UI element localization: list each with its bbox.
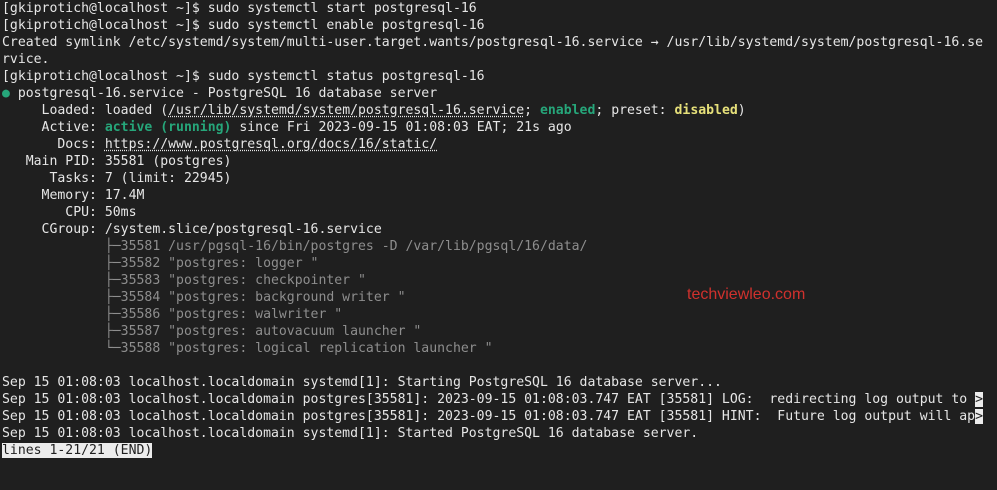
terminal-text: Tasks: 7 (limit: 22945)	[2, 171, 232, 186]
terminal-line: ├─35583 "postgres: checkpointer "	[2, 272, 983, 289]
terminal-text: Active:	[2, 120, 105, 135]
terminal-output[interactable]: [gkiprotich@localhost ~]$ sudo systemctl…	[2, 0, 984, 459]
terminal-line: ├─35586 "postgres: walwriter "	[2, 306, 983, 323]
terminal-text: Sep 15 01:08:03 localhost.localdomain po…	[2, 392, 976, 407]
terminal-line: ● postgresql-16.service - PostgreSQL 16 …	[2, 85, 983, 102]
terminal-line: Sep 15 01:08:03 localhost.localdomain sy…	[2, 374, 983, 391]
terminal-line: CGroup: /system.slice/postgresql-16.serv…	[2, 221, 983, 238]
terminal-line: Sep 15 01:08:03 localhost.localdomain po…	[2, 408, 984, 425]
terminal-text: active (running)	[104, 120, 232, 135]
terminal-line: ├─35584 "postgres: background writer "	[2, 289, 983, 306]
status-dot-icon: ●	[2, 86, 10, 101]
terminal-text: Loaded: loaded (	[2, 103, 169, 118]
terminal-text: Sep 15 01:08:03 localhost.localdomain sy…	[2, 375, 722, 390]
terminal-text: https://www.postgresql.org/docs/16/stati…	[104, 137, 438, 152]
terminal-text: )	[737, 103, 746, 118]
terminal-line: ├─35582 "postgres: logger "	[2, 255, 983, 272]
terminal-line: Tasks: 7 (limit: 22945)	[2, 170, 983, 187]
terminal-text: ├─35586 "postgres: walwriter "	[2, 307, 343, 322]
terminal-line: Main PID: 35581 (postgres)	[2, 153, 983, 170]
terminal-text: ; preset:	[595, 103, 675, 118]
watermark: techviewleo.com	[687, 286, 806, 303]
terminal-line: Memory: 17.4M	[2, 187, 983, 204]
terminal-text: Memory: 17.4M	[2, 188, 145, 203]
terminal-text: ├─35582 "postgres: logger "	[2, 256, 319, 271]
terminal-line: [gkiprotich@localhost ~]$ sudo systemctl…	[2, 17, 983, 34]
terminal-text: [gkiprotich@localhost ~]$ sudo systemctl…	[2, 69, 485, 84]
terminal-text: ├─35584 "postgres: background writer "	[2, 290, 406, 305]
terminal-line: ├─35581 /usr/pgsql-16/bin/postgres -D /v…	[2, 238, 983, 255]
terminal-text: postgresql-16.service - PostgreSQL 16 da…	[9, 86, 438, 101]
terminal-text: CGroup: /system.slice/postgresql-16.serv…	[2, 222, 382, 237]
terminal-text: ;	[524, 103, 540, 118]
terminal-line: [gkiprotich@localhost ~]$ sudo systemctl…	[2, 68, 983, 85]
terminal-line: Active: active (running) since Fri 2023-…	[2, 119, 983, 136]
terminal-text: └─35588 "postgres: logical replication l…	[2, 341, 493, 356]
terminal-text: lines 1-21/21 (END)	[2, 443, 153, 458]
terminal-text: Created symlink /etc/systemd/system/mult…	[2, 35, 984, 50]
terminal-text: Sep 15 01:08:03 localhost.localdomain sy…	[2, 426, 699, 441]
terminal-line: Sep 15 01:08:03 localhost.localdomain sy…	[2, 425, 983, 442]
terminal-line: [gkiprotich@localhost ~]$ sudo systemctl…	[2, 0, 983, 17]
terminal-line: Loaded: loaded (/usr/lib/systemd/system/…	[2, 102, 983, 119]
terminal-line: Docs: https://www.postgresql.org/docs/16…	[2, 136, 983, 153]
terminal-text: enabled	[539, 103, 596, 118]
terminal-text: ├─35583 "postgres: checkpointer "	[2, 273, 366, 288]
terminal-line: rvice.	[2, 51, 983, 68]
terminal-line: Created symlink /etc/systemd/system/mult…	[2, 34, 983, 51]
terminal-text: >	[975, 392, 984, 407]
terminal-text: /usr/lib/systemd/system/postgresql-16.se…	[168, 103, 525, 118]
terminal-text: CPU: 50ms	[2, 205, 137, 220]
terminal-text: disabled	[674, 103, 738, 118]
terminal-text: Docs:	[2, 137, 105, 152]
terminal-text: Sep 15 01:08:03 localhost.localdomain po…	[2, 409, 976, 424]
terminal-text: rvice.	[2, 52, 50, 67]
terminal-line: CPU: 50ms	[2, 204, 983, 221]
terminal-line: ├─35587 "postgres: autovacuum launcher "	[2, 323, 983, 340]
terminal-text: since Fri 2023-09-15 01:08:03 EAT; 21s a…	[231, 120, 572, 135]
terminal-line: lines 1-21/21 (END)	[2, 442, 983, 459]
terminal-line: └─35588 "postgres: logical replication l…	[2, 340, 983, 357]
terminal-text: >	[975, 409, 984, 424]
terminal-line: Sep 15 01:08:03 localhost.localdomain po…	[2, 391, 984, 408]
terminal-text: ├─35587 "postgres: autovacuum launcher "	[2, 324, 422, 339]
terminal-text: [gkiprotich@localhost ~]$ sudo systemctl…	[2, 18, 485, 33]
terminal-text: Main PID: 35581 (postgres)	[2, 154, 232, 169]
terminal-text: ├─35581 /usr/pgsql-16/bin/postgres -D /v…	[2, 239, 588, 254]
terminal-text: [gkiprotich@localhost ~]$ sudo systemctl…	[2, 1, 477, 16]
